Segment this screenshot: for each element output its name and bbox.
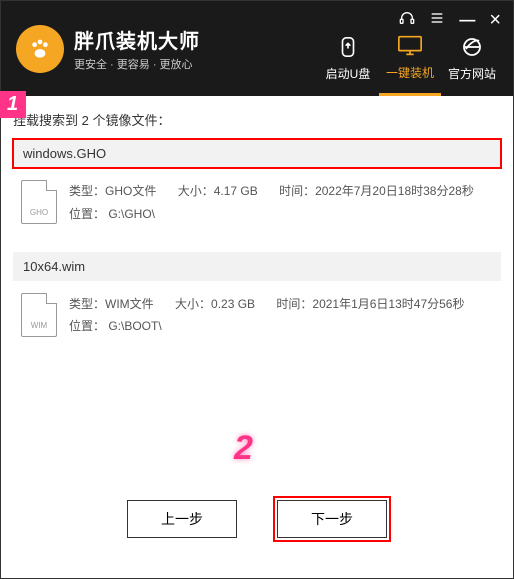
file-size: 大小：0.23 GB: [175, 297, 255, 311]
file-name: 10x64.wim: [23, 259, 85, 274]
search-count: 2: [82, 113, 89, 128]
tab-label: 启动U盘: [326, 65, 371, 82]
titlebar: — × 胖爪装机大师 更安全 · 更容易 · 更放心 启动U盘: [1, 1, 513, 96]
search-suffix: 个镜像文件：: [89, 113, 171, 128]
brand-subtitle: 更安全 · 更容易 · 更放心: [74, 56, 200, 72]
file-name-row[interactable]: windows.GHO: [13, 139, 501, 168]
ie-icon: [460, 33, 484, 61]
image-file-item[interactable]: windows.GHO GHO 类型：GHO文件 大小：4.17 GB 时间：2…: [13, 139, 501, 238]
tab-boot-usb[interactable]: 启动U盘: [317, 19, 379, 96]
file-ext: GHO: [30, 208, 48, 217]
file-type: 类型：GHO文件: [69, 184, 156, 198]
close-icon[interactable]: ×: [489, 9, 501, 32]
file-details: GHO 类型：GHO文件 大小：4.17 GB 时间：2022年7月20日18时…: [13, 168, 501, 238]
file-name-row[interactable]: 10x64.wim: [13, 252, 501, 281]
tab-label: 官方网站: [448, 65, 496, 82]
file-type: 类型：WIM文件: [69, 297, 154, 311]
footer-buttons: 上一步 下一步: [1, 500, 513, 538]
image-file-item[interactable]: 10x64.wim WIM 类型：WIM文件 大小：0.23 GB 时间：202…: [13, 252, 501, 351]
headset-icon[interactable]: [399, 10, 415, 31]
file-details: WIM 类型：WIM文件 大小：0.23 GB 时间：2021年1月6日13时4…: [13, 281, 501, 351]
file-name: windows.GHO: [23, 146, 106, 161]
file-location: 位置： G:\GHO\: [69, 203, 492, 226]
file-ext: WIM: [31, 321, 47, 330]
prev-button[interactable]: 上一步: [127, 500, 237, 538]
file-size: 大小：4.17 GB: [178, 184, 258, 198]
window-controls: — ×: [399, 9, 501, 32]
file-icon: GHO: [21, 180, 57, 224]
minimize-icon[interactable]: —: [459, 12, 475, 30]
brand-title: 胖爪装机大师: [74, 25, 200, 54]
file-time: 时间：2022年7月20日18时38分28秒: [279, 184, 474, 198]
tab-label: 一键装机: [386, 64, 434, 81]
app-window: 1 2 — × 胖爪装机大师 更安全 · 更容易 · 更放心: [0, 0, 514, 579]
file-time: 时间：2021年1月6日13时47分56秒: [276, 297, 464, 311]
paw-logo-icon: [16, 25, 64, 73]
next-button[interactable]: 下一步: [277, 500, 387, 538]
menu-icon[interactable]: [429, 10, 445, 31]
file-location: 位置： G:\BOOT\: [69, 315, 482, 338]
logo-area: 胖爪装机大师 更安全 · 更容易 · 更放心: [16, 25, 200, 73]
annotation-2: 2: [234, 429, 253, 468]
annotation-1: 1: [0, 91, 26, 118]
monitor-icon: [397, 32, 423, 60]
usb-icon: [337, 33, 359, 61]
content-area: 挂载搜索到 2 个镜像文件： windows.GHO GHO 类型：GHO文件 …: [1, 96, 513, 378]
file-icon: WIM: [21, 293, 57, 337]
search-result-text: 挂载搜索到 2 个镜像文件：: [13, 110, 501, 129]
